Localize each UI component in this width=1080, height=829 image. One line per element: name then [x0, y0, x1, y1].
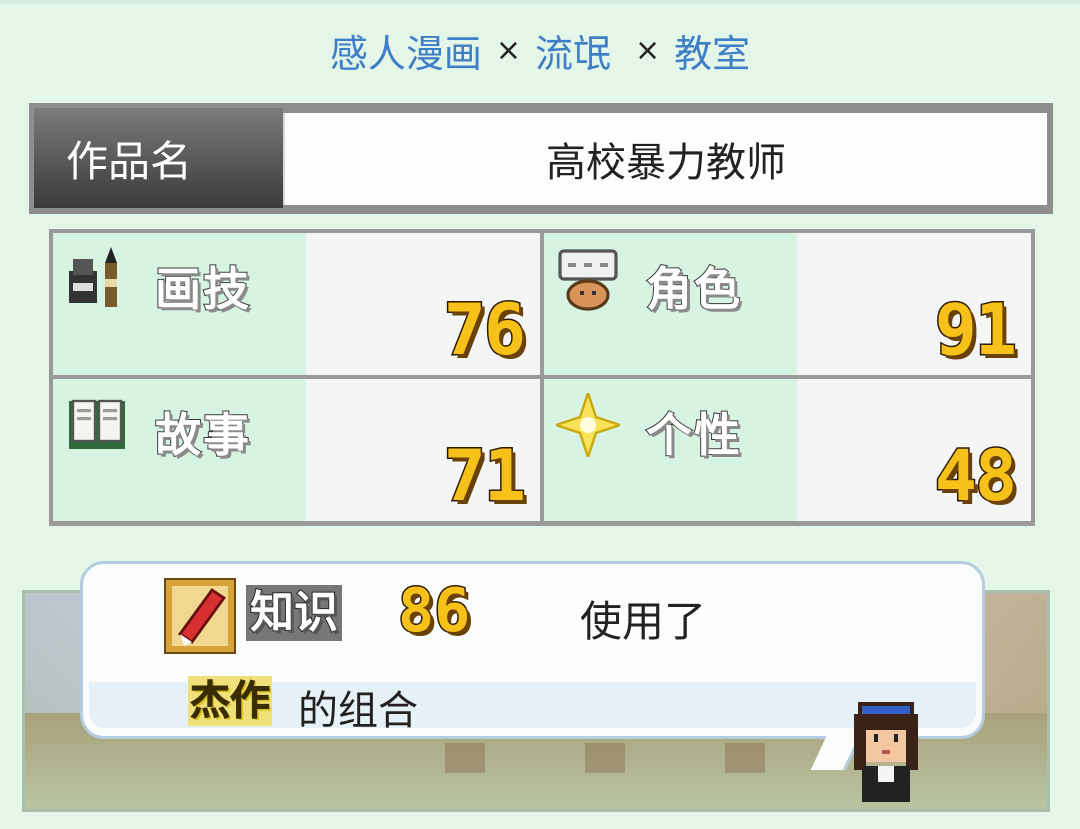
stat-originality: 个性 48: [544, 379, 1031, 521]
combination-text: 的组合: [298, 688, 418, 734]
combo-header: 感人漫画 × 流氓 × 教室: [0, 22, 1080, 78]
stat-value: 48: [933, 434, 1018, 519]
stat-label: 个性: [645, 407, 742, 463]
masterpiece-tag: 杰作: [188, 676, 272, 726]
stat-label: 画技: [154, 261, 251, 317]
stat-character: 角色 91: [544, 233, 1031, 375]
stat-value: 71: [442, 434, 527, 519]
work-title-bar: 作品名 高校暴力教师: [29, 103, 1053, 214]
top-band: [0, 0, 1080, 4]
open-book-icon: [69, 399, 125, 449]
combo-setting: 教室: [674, 31, 751, 76]
work-title-label: 作品名: [34, 108, 283, 208]
character-avatar: [854, 702, 918, 802]
stat-label: 角色: [645, 261, 742, 317]
skill-value: 86: [396, 575, 471, 648]
stats-grid: 画技 76 角色 91 故事 71 个性 48: [49, 229, 1035, 526]
combo-genre: 感人漫画: [329, 31, 482, 76]
red-book-icon: [164, 578, 236, 654]
stat-value: 76: [442, 288, 527, 373]
combo-type: 流氓: [534, 31, 611, 76]
stat-value: 91: [933, 288, 1018, 373]
sparkle-icon: [556, 393, 620, 457]
pen-ink-icon: [69, 247, 117, 307]
speech-character-icon: [558, 249, 618, 311]
stat-label: 故事: [154, 407, 251, 463]
stat-drawing: 画技 76: [53, 233, 540, 375]
skill-name: 知识: [246, 585, 342, 641]
combo-separator: ×: [635, 32, 661, 68]
used-text: 使用了: [580, 597, 707, 646]
stat-story: 故事 71: [53, 379, 540, 521]
work-title-value: 高校暴力教师: [283, 113, 1047, 205]
combo-separator: ×: [495, 32, 521, 68]
